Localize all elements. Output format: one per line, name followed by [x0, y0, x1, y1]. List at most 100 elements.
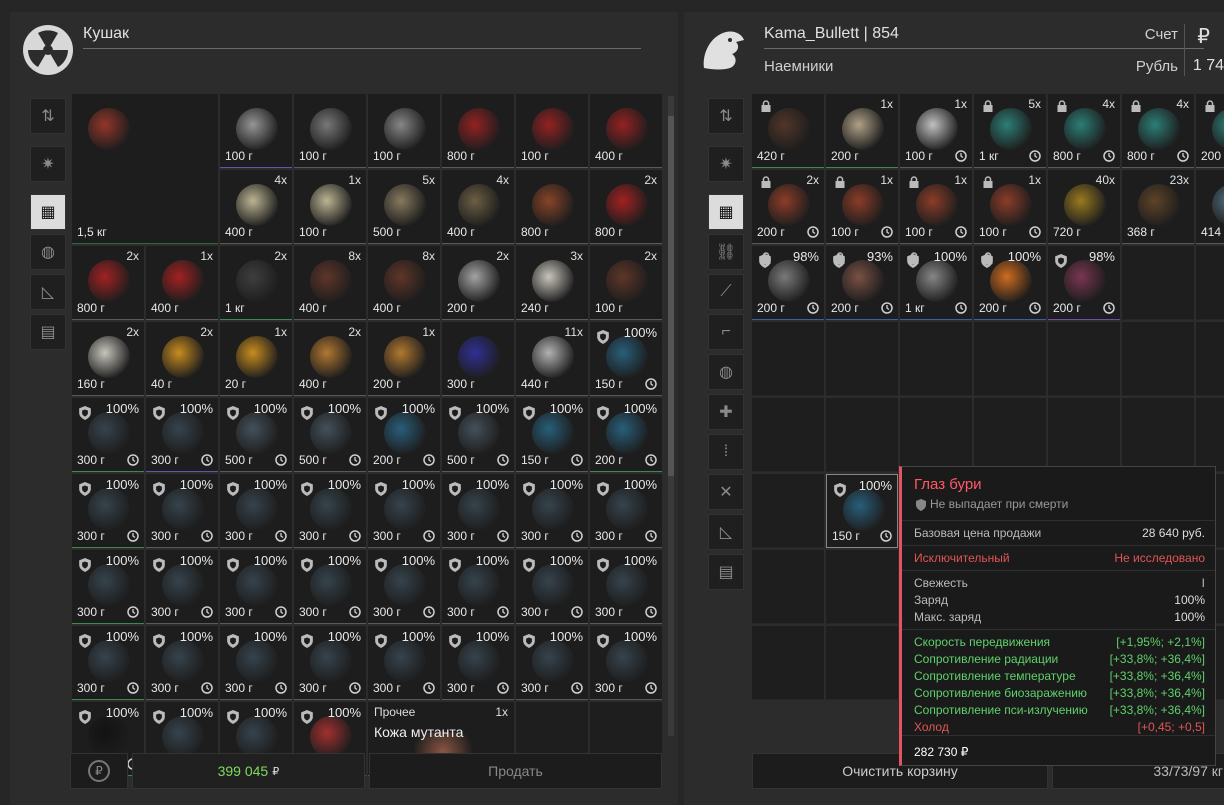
artifact-slot[interactable]: 100% 300 г — [368, 474, 440, 548]
artifact-slot[interactable]: 100% 150 г — [590, 322, 662, 396]
empty-slot[interactable] — [752, 626, 824, 700]
artifact-slot[interactable]: 100% 300 г — [220, 474, 292, 548]
currency-swap-button[interactable]: ₽ — [70, 753, 128, 789]
item-slot[interactable]: 100% 1 кг — [900, 246, 972, 320]
chain-filter-icon[interactable]: ⛓ — [708, 234, 744, 270]
artifact-slot[interactable]: 100% 300 г — [146, 398, 218, 472]
artifact-slot[interactable]: 100% 300 г — [442, 474, 514, 548]
empty-slot[interactable] — [974, 398, 1046, 472]
item-slot[interactable]: 1x 100 г — [826, 170, 898, 244]
artifact-slot[interactable]: 100% 300 г — [220, 550, 292, 624]
archive-filter-icon[interactable]: ▤ — [708, 554, 744, 590]
item-slot[interactable]: 98% 200 г — [1048, 246, 1120, 320]
empty-slot[interactable] — [1048, 322, 1120, 396]
artifact-slot[interactable]: 100% 300 г — [368, 626, 440, 700]
sort-icon[interactable]: ⇅ — [708, 98, 744, 134]
artifact-slot[interactable]: 100% 300 г — [146, 550, 218, 624]
artifact-slot[interactable]: 100% 300 г — [294, 550, 366, 624]
empty-slot[interactable] — [1196, 398, 1224, 472]
empty-slot[interactable] — [900, 322, 972, 396]
sphere-filter-icon[interactable]: ◍ — [30, 234, 66, 270]
artifact-slot[interactable]: 100% 300 г — [590, 550, 662, 624]
item-slot[interactable]: 1,5 кг — [72, 94, 218, 244]
item-slot[interactable]: 2x 200 г — [752, 170, 824, 244]
item-slot[interactable]: 100 г — [294, 94, 366, 168]
artifact-slot[interactable]: 100% 300 г — [72, 474, 144, 548]
archive-filter-icon[interactable]: ▤ — [30, 314, 66, 350]
item-slot[interactable]: 4x 400 г — [442, 170, 514, 244]
artifact-slot[interactable]: 100% 200 г — [590, 398, 662, 472]
empty-slot[interactable] — [826, 398, 898, 472]
item-slot[interactable]: 3x 240 г — [516, 246, 588, 320]
sell-button[interactable]: Продать — [369, 753, 663, 789]
item-slot[interactable]: 2x 400 г — [294, 322, 366, 396]
grid-view-icon[interactable]: ▦ — [708, 194, 744, 230]
artifact-filter-icon[interactable]: ✷ — [708, 146, 744, 182]
medkit-filter-icon[interactable]: ✚ — [708, 394, 744, 430]
item-slot[interactable]: 420 г — [752, 94, 824, 168]
empty-slot[interactable] — [1048, 398, 1120, 472]
empty-slot[interactable] — [1196, 322, 1224, 396]
item-slot[interactable]: 4x 800 г — [1048, 94, 1120, 168]
sphere-filter-icon[interactable]: ◍ — [708, 354, 744, 390]
artifact-slot[interactable]: 100% 300 г — [72, 550, 144, 624]
artifact-slot[interactable]: 100% 300 г — [516, 550, 588, 624]
item-slot[interactable]: 93% 200 г — [826, 246, 898, 320]
empty-slot[interactable] — [1122, 246, 1194, 320]
artifact-slot[interactable]: 100% 300 г — [294, 626, 366, 700]
item-slot[interactable]: 200 — [1196, 94, 1224, 168]
artifact-slot[interactable]: 100% 300 г — [442, 550, 514, 624]
scroll-thumb[interactable] — [668, 116, 674, 476]
artifact-slot[interactable]: 100% 300 г — [590, 626, 662, 700]
empty-slot[interactable] — [974, 322, 1046, 396]
item-slot[interactable]: 400 г — [590, 94, 662, 168]
artifact-slot[interactable]: 100% 300 г — [590, 474, 662, 548]
ruler-filter-icon[interactable]: ◺ — [30, 274, 66, 310]
artifact-slot[interactable]: 100% 300 г — [294, 474, 366, 548]
artifact-slot[interactable]: 100% 300 г — [516, 474, 588, 548]
item-slot[interactable]: 8x 400 г — [294, 246, 366, 320]
item-slot[interactable]: 100 г — [220, 94, 292, 168]
artifact-slot[interactable]: 100% 200 г — [368, 398, 440, 472]
tools-filter-icon[interactable]: ✕ — [708, 474, 744, 510]
ammo-filter-icon[interactable]: ⁞ — [708, 434, 744, 470]
item-slot[interactable]: 11x 440 г — [516, 322, 588, 396]
empty-slot[interactable] — [752, 398, 824, 472]
empty-slot[interactable] — [1122, 398, 1194, 472]
hovered-artifact-slot[interactable]: 100% 150 г — [826, 474, 898, 548]
artifact-slot[interactable]: 100% 300 г — [72, 398, 144, 472]
item-slot[interactable]: 1x 100 г — [294, 170, 366, 244]
item-slot[interactable]: 2x 40 г — [146, 322, 218, 396]
grid-view-icon[interactable]: ▦ — [30, 194, 66, 230]
item-slot[interactable]: 2x 100 г — [590, 246, 662, 320]
artifact-slot[interactable]: 100% 300 г — [146, 474, 218, 548]
left-scrollbar[interactable] — [668, 96, 674, 736]
artifact-slot[interactable]: 100% 500 г — [220, 398, 292, 472]
item-slot[interactable]: 5x 500 г — [368, 170, 440, 244]
item-slot[interactable]: 1x 200 г — [368, 322, 440, 396]
item-slot[interactable]: 5x 1 кг — [974, 94, 1046, 168]
empty-slot[interactable] — [900, 398, 972, 472]
artifact-slot[interactable]: 100% 300 г — [146, 626, 218, 700]
ruler-filter-icon[interactable]: ◺ — [708, 514, 744, 550]
item-slot[interactable]: 2x 800 г — [590, 170, 662, 244]
empty-slot[interactable] — [826, 550, 898, 624]
item-slot[interactable]: 800 г — [516, 170, 588, 244]
item-slot[interactable]: 98% 200 г — [752, 246, 824, 320]
item-slot[interactable]: 4x 400 г — [220, 170, 292, 244]
artifact-slot[interactable]: 100% 500 г — [294, 398, 366, 472]
item-slot[interactable]: 1x 400 г — [146, 246, 218, 320]
artifact-slot[interactable]: 100% 300 г — [516, 626, 588, 700]
artifact-slot[interactable]: 100% 300 г — [72, 626, 144, 700]
item-slot[interactable]: 1x 100 г — [974, 170, 1046, 244]
item-slot[interactable]: 23x 368 г — [1122, 170, 1194, 244]
empty-slot[interactable] — [752, 322, 824, 396]
item-slot[interactable]: 1x 100 г — [900, 170, 972, 244]
artifact-slot[interactable]: 100% 300 г — [220, 626, 292, 700]
empty-slot[interactable] — [826, 626, 898, 700]
artifact-slot[interactable]: 100% 500 г — [442, 398, 514, 472]
item-slot[interactable]: 300 г — [442, 322, 514, 396]
sort-icon[interactable]: ⇅ — [30, 98, 66, 134]
artifact-filter-icon[interactable]: ✷ — [30, 146, 66, 182]
artifact-slot[interactable]: 100% 150 г — [516, 398, 588, 472]
